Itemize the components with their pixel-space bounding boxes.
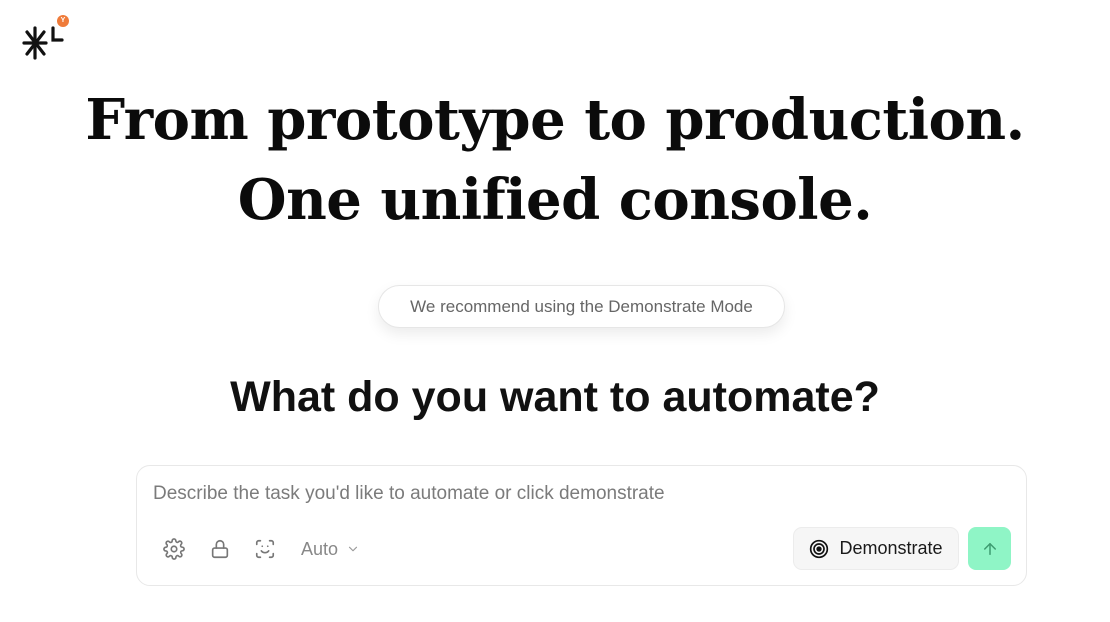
settings-gear-icon xyxy=(163,538,185,560)
model-select[interactable]: Auto xyxy=(301,536,360,562)
task-description-input[interactable] xyxy=(153,480,1013,508)
notification-badge: Y xyxy=(57,15,69,27)
demonstrate-button[interactable]: Demonstrate xyxy=(793,527,959,570)
brand-logo[interactable]: Y xyxy=(22,14,72,62)
lock-button[interactable] xyxy=(207,536,233,562)
task-composer: Auto Demonstrate xyxy=(136,465,1027,586)
arrow-up-icon xyxy=(983,542,996,555)
hero-line-2: One unified console. xyxy=(237,167,873,233)
demonstrate-label: Demonstrate xyxy=(839,538,943,558)
settings-button[interactable] xyxy=(161,536,187,562)
model-select-value: Auto xyxy=(301,538,339,559)
chevron-down-icon xyxy=(348,546,358,552)
page: Y From prototype to production. One unif… xyxy=(0,0,1110,622)
screen-capture-icon xyxy=(255,539,275,559)
prompt-question: What do you want to automate? xyxy=(230,373,880,421)
hero-line-1: From prototype to production. xyxy=(85,87,1025,153)
lock-icon xyxy=(211,539,229,559)
screen-capture-button[interactable] xyxy=(252,536,278,562)
hero-headline: From prototype to production. One unifie… xyxy=(0,80,1110,240)
target-icon xyxy=(810,539,829,558)
recommendation-pill[interactable]: We recommend using the Demonstrate Mode xyxy=(378,285,785,328)
send-button[interactable] xyxy=(968,527,1011,570)
